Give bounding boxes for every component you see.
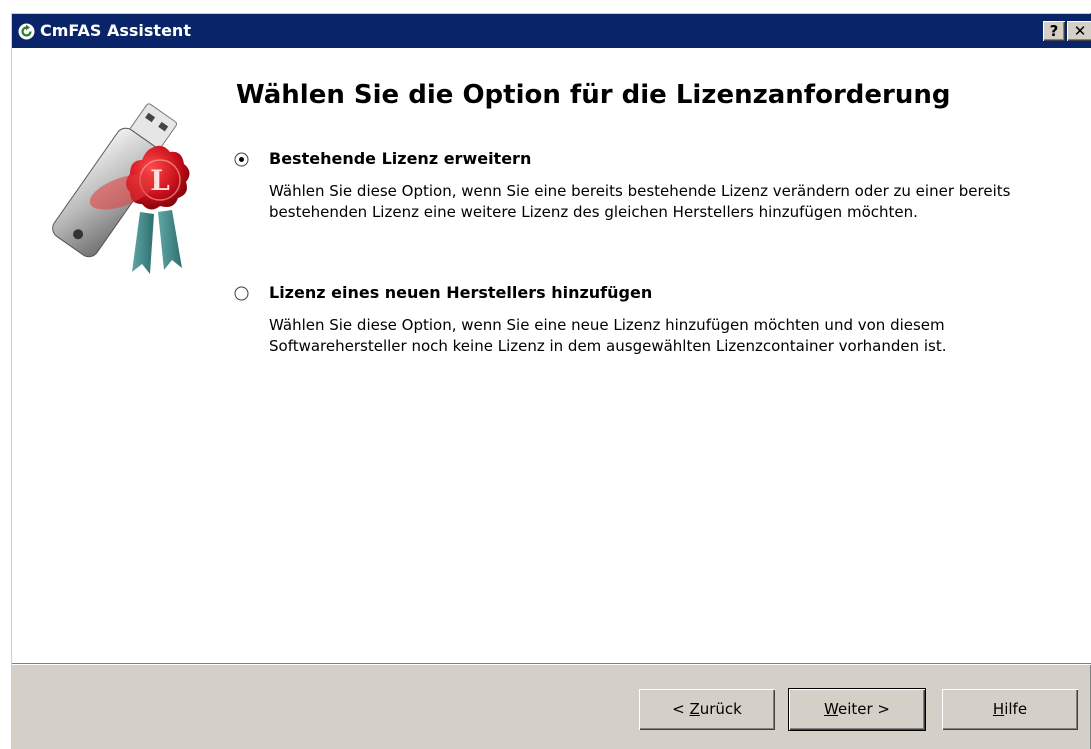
title-bar[interactable]: CmFAS Assistent ? ✕ bbox=[12, 14, 1091, 48]
radio-button[interactable] bbox=[234, 286, 249, 301]
option-new-vendor-license[interactable]: Lizenz eines neuen Herstellers hinzufüge… bbox=[234, 282, 1084, 355]
footer-separator bbox=[12, 663, 1091, 665]
window-title: CmFAS Assistent bbox=[40, 21, 191, 40]
usb-license-dongle-icon: L bbox=[52, 103, 190, 274]
radio-button-selected[interactable] bbox=[234, 152, 249, 167]
option-description: Wählen Sie diese Option, wenn Sie eine b… bbox=[269, 182, 1011, 221]
page-heading: Wählen Sie die Option für die Lizenzanfo… bbox=[236, 80, 951, 110]
refresh-icon bbox=[18, 23, 35, 40]
option-label[interactable]: Bestehende Lizenz erweitern bbox=[269, 148, 531, 170]
close-button[interactable]: ✕ bbox=[1067, 21, 1091, 41]
wizard-window: CmFAS Assistent ? ✕ L Wählen Sie die Opt… bbox=[10, 12, 1091, 749]
option-extend-license[interactable]: Bestehende Lizenz erweitern Wählen Sie d… bbox=[234, 148, 1084, 221]
option-description: Wählen Sie diese Option, wenn Sie eine n… bbox=[269, 316, 947, 355]
option-label[interactable]: Lizenz eines neuen Herstellers hinzufüge… bbox=[269, 282, 652, 304]
wizard-content: L Wählen Sie die Option für die Lizenzan… bbox=[12, 48, 1091, 663]
back-button[interactable]: < Zurück bbox=[639, 689, 775, 730]
help-title-button[interactable]: ? bbox=[1043, 21, 1065, 41]
help-button[interactable]: Hilfe bbox=[942, 689, 1078, 730]
next-button[interactable]: Weiter > bbox=[789, 689, 925, 730]
